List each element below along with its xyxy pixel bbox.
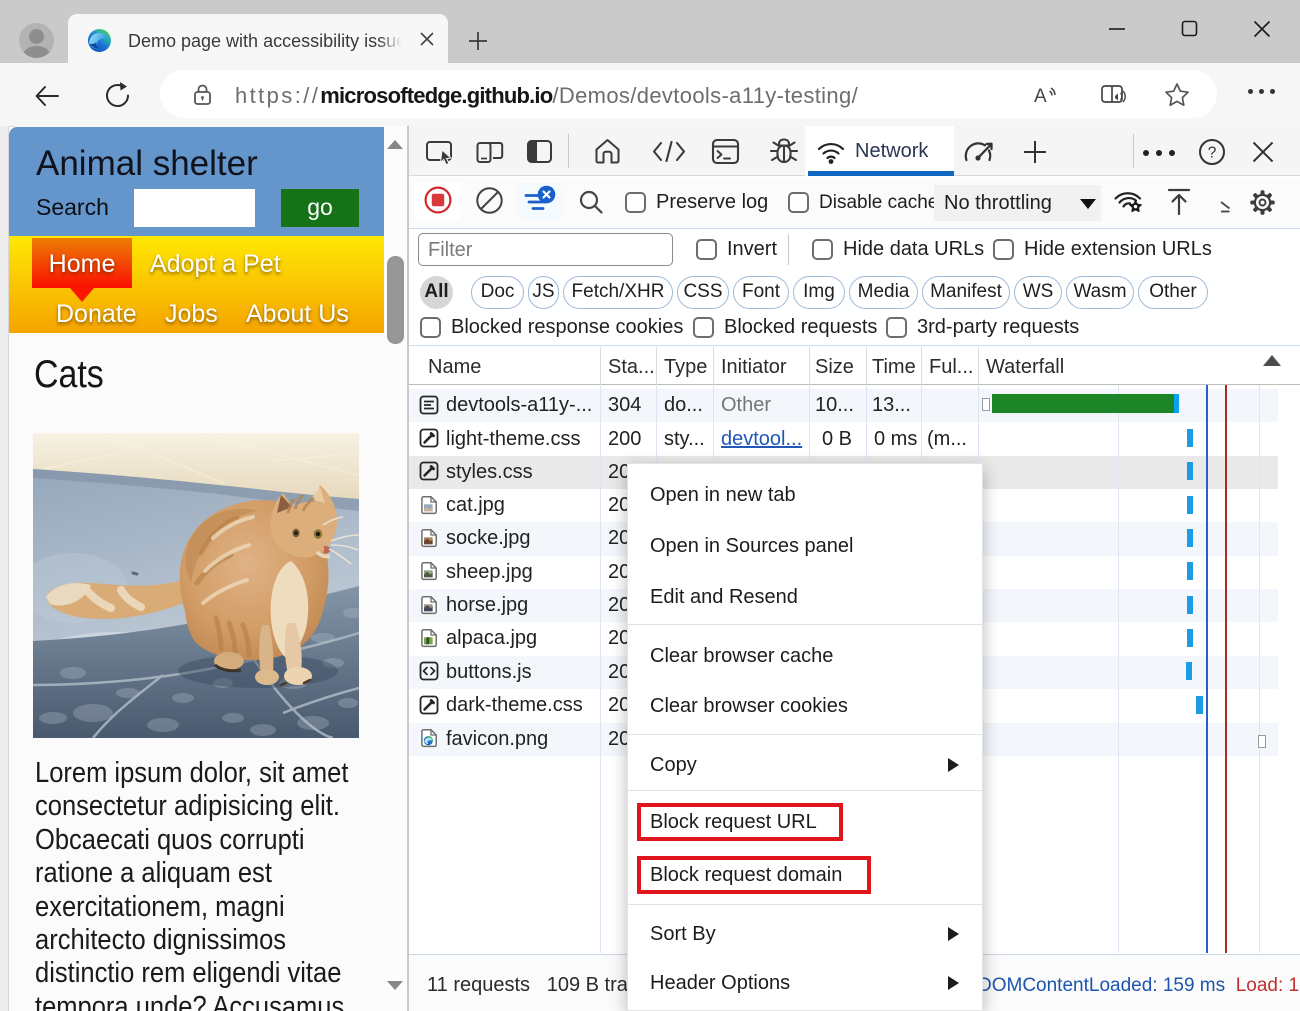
svg-text:?: ?: [1208, 145, 1217, 162]
svg-text:A: A: [1034, 86, 1047, 107]
